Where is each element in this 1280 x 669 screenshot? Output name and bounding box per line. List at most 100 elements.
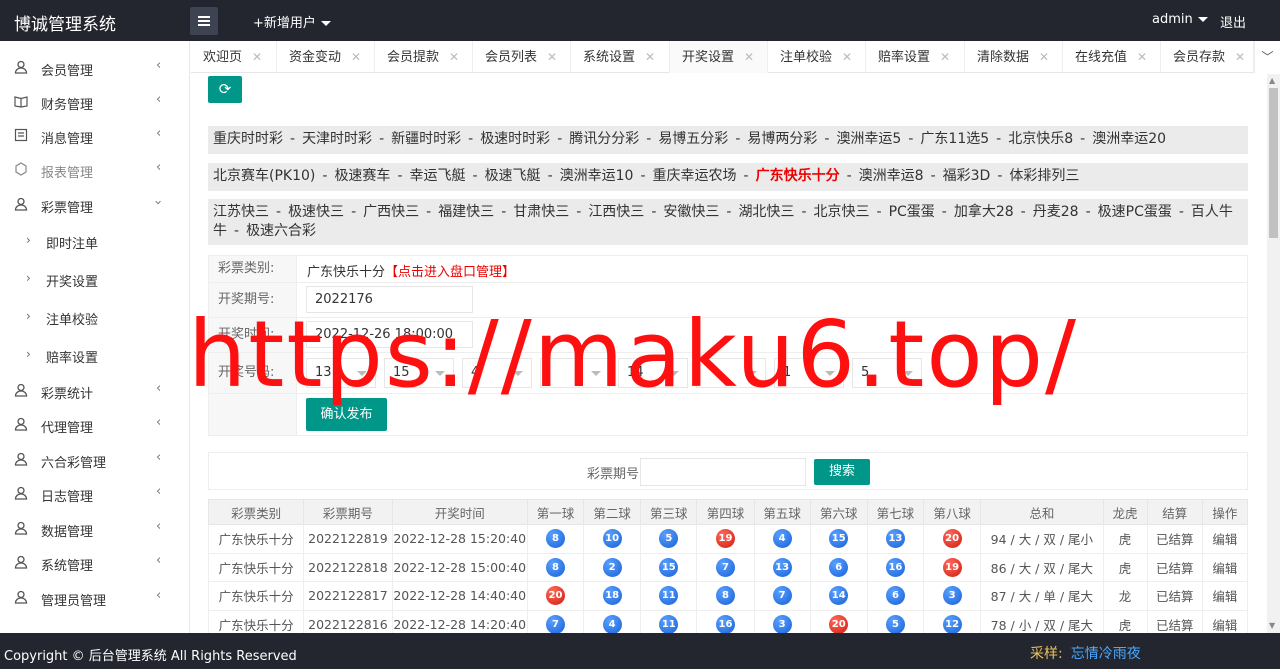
scroll-up-icon[interactable]: ▲ xyxy=(1269,76,1275,85)
number-select[interactable] xyxy=(540,358,610,388)
tab-bet-check[interactable]: 注单校验 ✕ xyxy=(768,41,866,73)
tab-withdrawals[interactable]: 会员提款 ✕ xyxy=(375,41,473,73)
tab-system-settings[interactable]: 系统设置 ✕ xyxy=(571,41,670,73)
search-button[interactable]: 搜索 xyxy=(814,459,870,485)
lottery-link[interactable]: 天津时时彩 xyxy=(302,131,372,147)
lottery-link[interactable]: 新疆时时彩 xyxy=(391,131,461,147)
sidebar-item-data[interactable]: 数据管理 ‹ xyxy=(0,512,190,546)
number-select[interactable]: 13 xyxy=(306,358,376,388)
period-search-input[interactable] xyxy=(640,458,806,486)
close-icon[interactable]: ✕ xyxy=(252,50,262,64)
sidebar-subitem-bet-check[interactable]: › 注单校验 xyxy=(0,299,190,335)
lottery-link[interactable]: 福彩3D xyxy=(943,168,991,184)
lottery-link[interactable]: 加拿大28 xyxy=(954,204,1014,220)
add-user-menu[interactable]: +新增用户 xyxy=(253,12,331,31)
close-icon[interactable]: ✕ xyxy=(940,50,950,64)
lottery-link[interactable]: 极速飞艇 xyxy=(485,168,541,184)
lottery-link[interactable]: 极速六合彩 xyxy=(246,223,316,239)
sidebar-item-message[interactable]: 消息管理 ‹ xyxy=(0,119,190,153)
number-select[interactable] xyxy=(696,358,766,388)
sidebar-item-agent[interactable]: 代理管理 ‹ xyxy=(0,408,190,442)
scroll-down-icon[interactable]: ▼ xyxy=(1269,621,1275,630)
tab-deposits[interactable]: 会员存款 ✕ xyxy=(1161,41,1254,73)
close-icon[interactable]: ✕ xyxy=(645,50,655,64)
lottery-link[interactable]: 安徽快三 xyxy=(663,204,719,220)
edit-link[interactable]: 编辑 xyxy=(1201,552,1249,582)
lottery-link[interactable]: 重庆幸运农场 xyxy=(653,168,737,184)
scrollbar-thumb[interactable] xyxy=(1269,88,1278,238)
lottery-link[interactable]: 易博两分彩 xyxy=(747,131,817,147)
time-input[interactable]: 2022-12-26 18:00:00 xyxy=(306,321,473,348)
odds-link[interactable]: 【点击进入盘口管理】 xyxy=(385,265,515,280)
lottery-link[interactable]: PC蛋蛋 xyxy=(889,204,935,220)
lottery-link[interactable]: 体彩排列三 xyxy=(1009,168,1079,184)
tab-member-list[interactable]: 会员列表 ✕ xyxy=(473,41,571,73)
menu-toggle-button[interactable] xyxy=(190,7,218,35)
sidebar-item-log[interactable]: 日志管理 ‹ xyxy=(0,477,190,511)
lottery-link[interactable]: 丹麦28 xyxy=(1033,204,1079,220)
lottery-link[interactable]: 广西快三 xyxy=(363,204,419,220)
close-icon[interactable]: ✕ xyxy=(744,50,754,64)
lottery-link[interactable]: 极速快三 xyxy=(288,204,344,220)
confirm-publish-button[interactable]: 确认发布 xyxy=(306,398,387,431)
sidebar-item-marksix[interactable]: 六合彩管理 ‹ xyxy=(0,443,190,477)
tab-fund-changes[interactable]: 资金变动 ✕ xyxy=(277,41,375,73)
tab-odds[interactable]: 赔率设置 ✕ xyxy=(866,41,965,73)
lottery-link[interactable]: 极速赛车 xyxy=(334,168,390,184)
number-select[interactable]: 1 xyxy=(774,358,844,388)
number-select[interactable]: 4 xyxy=(462,358,532,388)
close-icon[interactable]: ✕ xyxy=(547,50,557,64)
tab-draw-settings[interactable]: 开奖设置 ✕ xyxy=(670,41,768,73)
number-select[interactable]: 15 xyxy=(384,358,454,388)
lottery-link[interactable]: 澳洲幸运5 xyxy=(836,131,901,147)
lottery-link[interactable]: 江西快三 xyxy=(588,204,644,220)
lottery-link[interactable]: 澳洲幸运10 xyxy=(560,168,634,184)
lottery-link[interactable]: 甘肃快三 xyxy=(513,204,569,220)
lottery-link[interactable]: 易博五分彩 xyxy=(658,131,728,147)
refresh-button[interactable]: ⟳ xyxy=(208,76,242,103)
sidebar-subitem-live-bets[interactable]: › 即时注单 xyxy=(0,223,190,259)
sidebar-item-member[interactable]: 会员管理 ‹ xyxy=(0,51,190,85)
lottery-link[interactable]: 广东快乐十分 xyxy=(756,168,840,184)
lottery-link[interactable]: 极速时时彩 xyxy=(480,131,550,147)
close-icon[interactable]: ✕ xyxy=(1137,50,1147,64)
sidebar-subitem-odds[interactable]: › 赔率设置 xyxy=(0,337,190,373)
period-input[interactable]: 2022176 xyxy=(306,286,473,313)
sidebar-subitem-draw-settings[interactable]: › 开奖设置 xyxy=(0,261,190,297)
tab-welcome[interactable]: 欢迎页 ✕ xyxy=(191,41,277,73)
lottery-link[interactable]: 极速PC蛋蛋 xyxy=(1098,204,1172,220)
lottery-link[interactable]: 福建快三 xyxy=(438,204,494,220)
lottery-link[interactable]: 北京快三 xyxy=(814,204,870,220)
tab-more-button[interactable]: ﹀ xyxy=(1254,41,1280,73)
lottery-link[interactable]: 广东11选5 xyxy=(920,131,989,147)
lottery-link[interactable]: 北京赛车(PK10) xyxy=(213,168,315,184)
number-select[interactable]: 14 xyxy=(618,358,688,388)
lottery-link[interactable]: 江苏快三 xyxy=(213,204,269,220)
close-icon[interactable]: ✕ xyxy=(1039,50,1049,64)
sidebar-item-admin[interactable]: 管理员管理 ‹ xyxy=(0,581,190,615)
tab-online-recharge[interactable]: 在线充值 ✕ xyxy=(1063,41,1161,73)
lottery-link[interactable]: 重庆时时彩 xyxy=(213,131,283,147)
close-icon[interactable]: ✕ xyxy=(842,50,852,64)
lottery-link[interactable]: 腾讯分分彩 xyxy=(569,131,639,147)
sidebar-item-report[interactable]: 报表管理 ‹ xyxy=(0,153,190,187)
number-select[interactable]: 5 xyxy=(852,358,922,388)
lottery-link[interactable]: 澳洲幸运8 xyxy=(859,168,924,184)
sidebar-item-lottery-stats[interactable]: 彩票统计 ‹ xyxy=(0,374,190,408)
sidebar-item-system[interactable]: 系统管理 ‹ xyxy=(0,546,190,580)
lottery-link[interactable]: 澳洲幸运20 xyxy=(1092,131,1166,147)
sidebar-item-lottery[interactable]: 彩票管理 ‹ xyxy=(0,188,190,222)
sidebar-item-finance[interactable]: 财务管理 ‹ xyxy=(0,85,190,119)
lottery-link[interactable]: 湖北快三 xyxy=(738,204,794,220)
logout-link[interactable]: 退出 xyxy=(1220,12,1246,31)
edit-link[interactable]: 编辑 xyxy=(1201,581,1249,611)
lottery-link[interactable]: 幸运飞艇 xyxy=(410,168,466,184)
close-icon[interactable]: ✕ xyxy=(351,50,361,64)
edit-link[interactable]: 编辑 xyxy=(1201,524,1249,554)
close-icon[interactable]: ✕ xyxy=(449,50,459,64)
edit-link[interactable]: 编辑 xyxy=(1201,609,1249,633)
admin-menu[interactable]: admin xyxy=(1152,12,1208,27)
tab-clear-data[interactable]: 清除数据 ✕ xyxy=(965,41,1063,73)
content-scrollbar[interactable]: ▲ ▼ xyxy=(1267,74,1280,633)
lottery-link[interactable]: 北京快乐8 xyxy=(1008,131,1073,147)
